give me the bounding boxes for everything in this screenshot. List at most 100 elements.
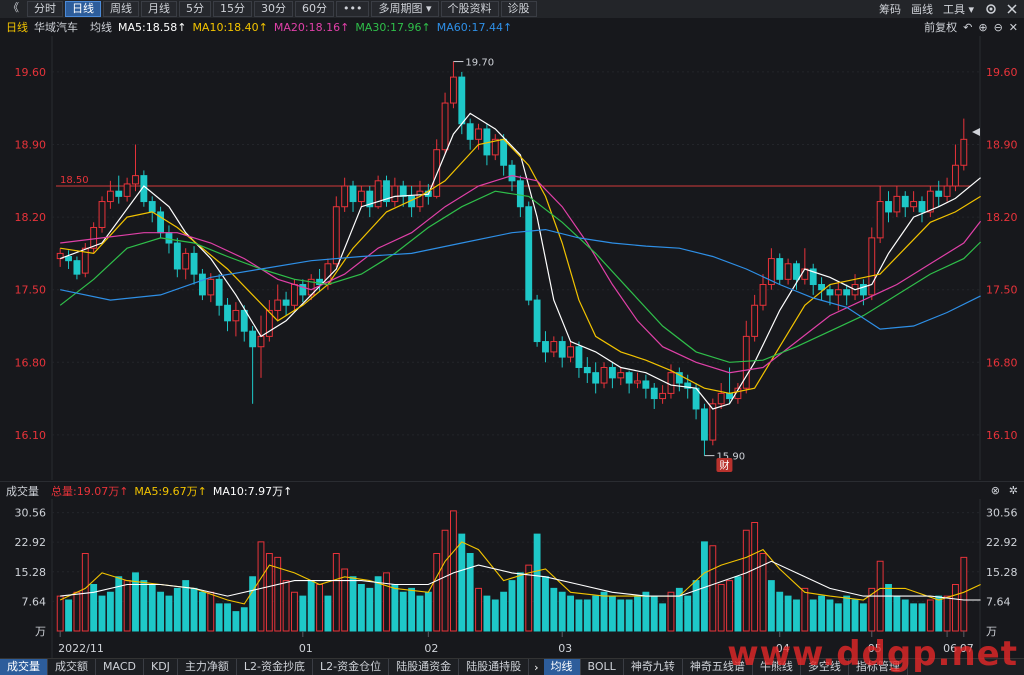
tab-11[interactable]: 诊股: [500, 1, 537, 17]
zoom-in-icon[interactable]: ⊕: [978, 21, 987, 34]
indicator-tab-bottom_tabs_left-0[interactable]: 成交量: [0, 659, 48, 675]
close-icon[interactable]: ⊗: [991, 484, 1000, 497]
indicator-tab-bottom_tabs_left-8[interactable]: 陆股通持股: [459, 659, 530, 675]
chevron-right-icon[interactable]: ›: [529, 661, 543, 674]
ma10-value: MA10:18.40↑: [192, 20, 268, 34]
tab-7[interactable]: 60分: [295, 1, 334, 17]
date-tick-label: 2022/11: [58, 642, 104, 655]
tab-4[interactable]: 5分: [179, 1, 211, 17]
undo-icon[interactable]: ↶: [963, 21, 972, 34]
candle-body: [291, 284, 298, 306]
tab-2[interactable]: 周线: [103, 1, 139, 17]
volume-bar: [441, 529, 449, 632]
volume-bar: [709, 545, 717, 632]
volume-bar: [659, 603, 667, 632]
candle-body: [274, 299, 282, 311]
volume-bar: [483, 595, 491, 632]
settings-icon[interactable]: ✲: [1009, 484, 1018, 497]
price-tick-label-right: 19.60: [986, 66, 1018, 79]
candle-body: [667, 372, 675, 394]
tab-1[interactable]: 日线: [65, 1, 101, 17]
candle-body: [701, 408, 708, 441]
period-toolbar: 《 分时 日线 周线 月线 5分 15分 30分 60分 ••• 多周期图 ▾ 个股资料 诊股 筹码 …: [0, 0, 1024, 18]
volume-bar: [491, 599, 499, 632]
candle-body: [868, 237, 876, 296]
candle-body: [918, 201, 926, 213]
price-tick-label-left: 17.50: [15, 284, 47, 297]
candle-body: [600, 366, 608, 384]
reference-price-label: 18.50: [60, 175, 89, 186]
tab-9[interactable]: 多周期图 ▾: [371, 1, 439, 17]
volume-bar: [475, 587, 482, 632]
adjust-mode[interactable]: 前复权: [924, 19, 957, 35]
candle-body: [257, 335, 265, 348]
tab-8[interactable]: •••: [336, 1, 370, 17]
candle-body: [793, 263, 800, 280]
tools-menu[interactable]: 工具 ▾: [943, 1, 974, 17]
settings-icon[interactable]: [984, 2, 998, 16]
volume-bar: [567, 595, 574, 632]
indicator-tab-bottom_tabs_left-6[interactable]: L2-资金仓位: [313, 659, 390, 675]
ma-info-bar: 日线 华域汽车 均线 MA5:18.58↑ MA10:18.40↑ MA20:1…: [0, 18, 1024, 36]
indicator-tab-bottom_tabs_left-2[interactable]: MACD: [96, 659, 144, 675]
volume-bar: [98, 595, 106, 632]
back-button[interactable]: 《: [2, 1, 25, 17]
tab-3[interactable]: 月线: [141, 1, 177, 17]
indicator-tab-bottom_tabs_left-5[interactable]: L2-资金抄底: [237, 659, 314, 675]
volume-bar: [751, 522, 759, 632]
ma-label[interactable]: 均线: [90, 19, 112, 35]
last-price-arrow-icon: [972, 128, 980, 136]
candle-body: [910, 201, 918, 208]
indicator-tab-bottom_tabs_right-2[interactable]: 神奇九转: [624, 659, 683, 675]
chip-button[interactable]: 筹码: [879, 1, 901, 17]
candle-body: [759, 284, 767, 306]
volume-bar: [960, 556, 968, 632]
candle-body: [776, 258, 784, 280]
volume-bar: [952, 584, 959, 632]
candlestick-chart[interactable]: 19.60 19.60 18.90 18.90 18.20 18.20 17.50 17.50…: [0, 36, 1024, 480]
volume-bar: [198, 591, 206, 632]
indicator-tab-bottom_tabs_right-0[interactable]: 均线: [543, 659, 581, 675]
volume-bar: [893, 595, 901, 632]
candle-body: [441, 102, 449, 151]
volume-bar: [148, 584, 156, 632]
candle-body: [399, 185, 407, 197]
candle-body: [357, 190, 365, 203]
tab-0[interactable]: 分时: [27, 1, 63, 17]
candle-body: [115, 190, 123, 197]
volume-bar: [859, 603, 867, 632]
candle-body: [801, 268, 809, 280]
volume-bar: [157, 591, 165, 632]
volume-bar: [115, 576, 123, 632]
indicator-tab-bottom_tabs_right-1[interactable]: BOLL: [581, 659, 624, 675]
tab-6[interactable]: 30分: [254, 1, 293, 17]
volume-bar: [282, 580, 290, 632]
candle-body: [500, 138, 508, 166]
volume-bar: [450, 510, 457, 632]
candle-body: [475, 128, 482, 140]
tab-10[interactable]: 个股资料: [440, 1, 499, 17]
indicator-tab-bottom_tabs_left-7[interactable]: 陆股通资金: [389, 659, 460, 675]
tab-5[interactable]: 15分: [213, 1, 252, 17]
volume-bar: [801, 587, 809, 632]
close-icon[interactable]: [1006, 3, 1018, 15]
volume-bar: [935, 595, 943, 632]
volume-bar: [625, 599, 633, 632]
candle-body: [567, 346, 574, 358]
volume-bar: [809, 599, 817, 632]
close-icon[interactable]: ✕: [1009, 21, 1018, 34]
indicator-tab-bottom_tabs_left-3[interactable]: KDJ: [144, 659, 178, 675]
draw-line-button[interactable]: 画线: [911, 1, 933, 17]
date-tick-label: 02: [424, 642, 438, 655]
volume-bar: [843, 595, 851, 632]
candle-body: [132, 175, 139, 185]
volume-bar: [65, 599, 72, 632]
stock-name[interactable]: 华域汽车: [34, 19, 78, 35]
candle-body: [98, 201, 106, 228]
indicator-tab-bottom_tabs_left-1[interactable]: 成交额: [48, 659, 96, 675]
zoom-out-icon[interactable]: ⊖: [994, 21, 1003, 34]
volume-bar: [684, 595, 692, 632]
indicator-tab-bottom_tabs_left-4[interactable]: 主力净额: [178, 659, 237, 675]
candle-body: [466, 123, 474, 140]
candle-body: [943, 185, 951, 197]
